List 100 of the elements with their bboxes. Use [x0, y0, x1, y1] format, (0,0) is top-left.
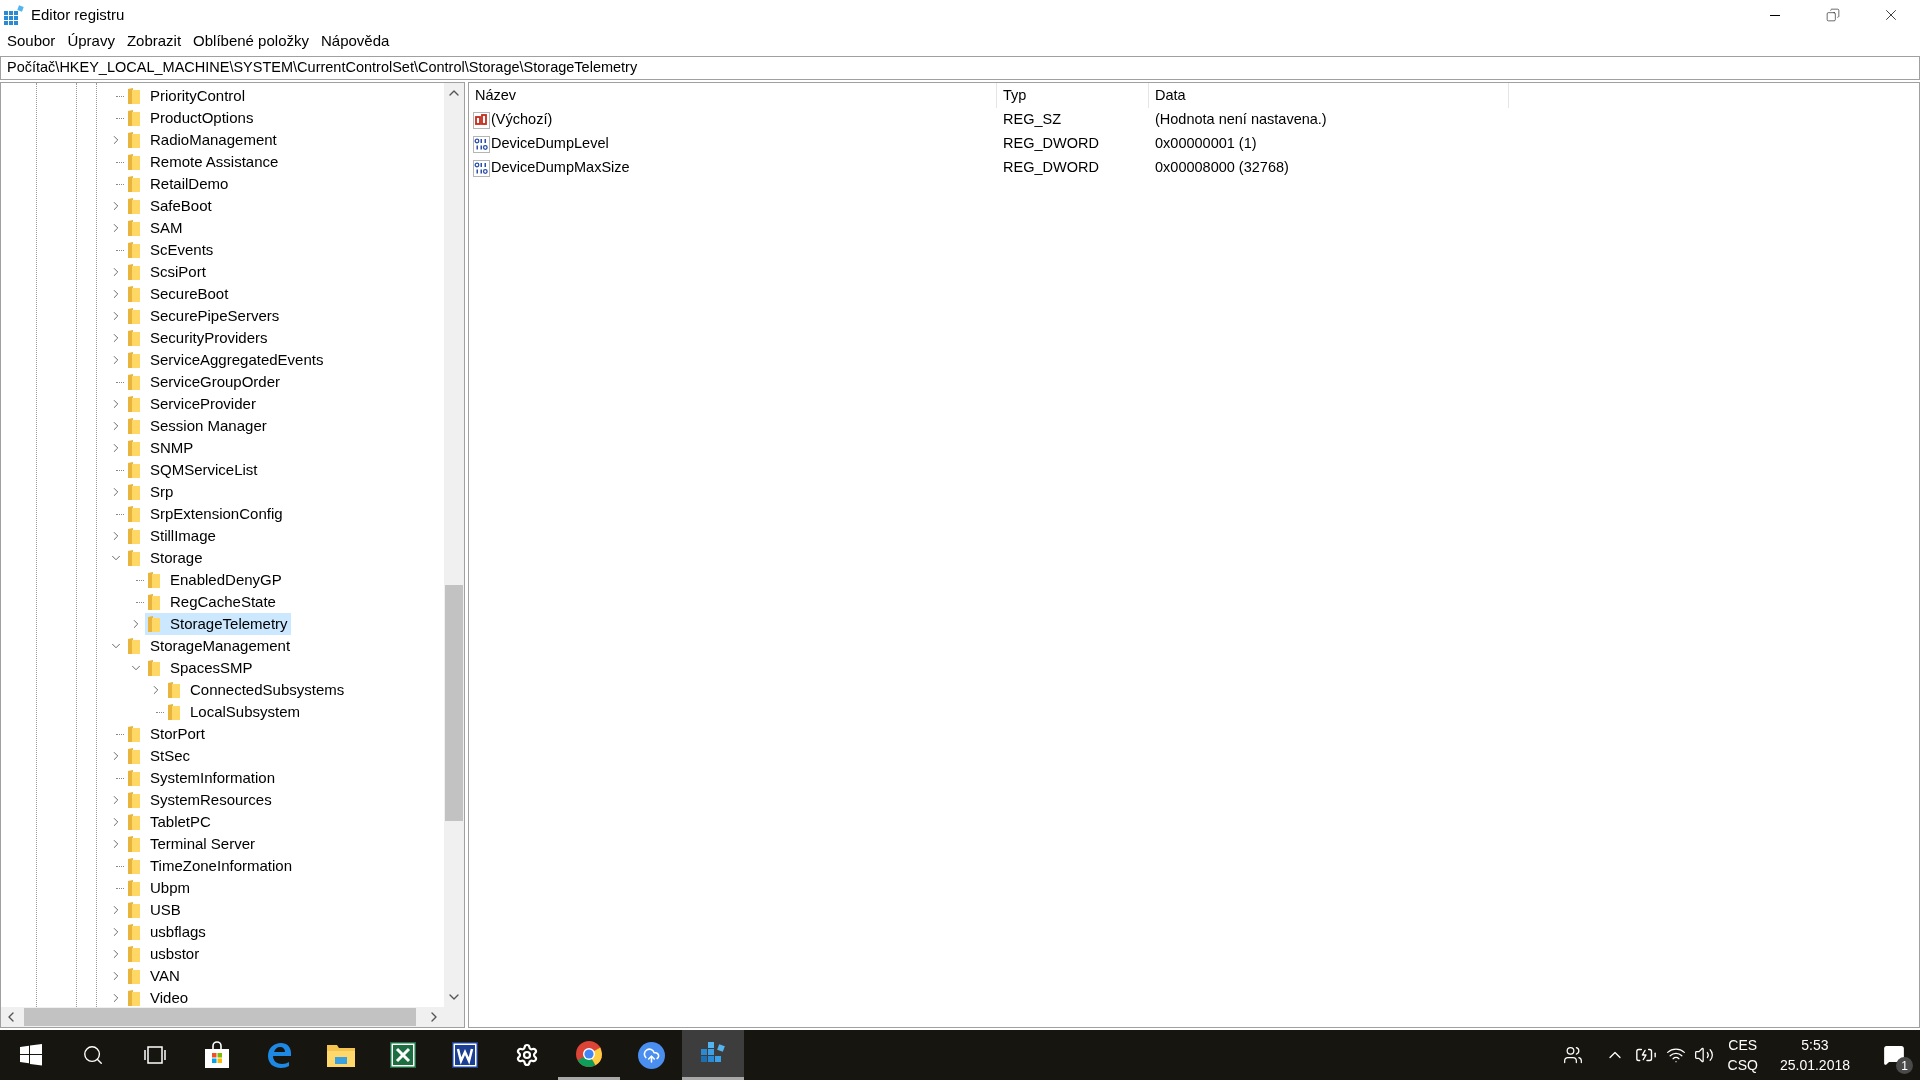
- tree-item[interactable]: PriorityControl: [150, 84, 246, 108]
- tree-item[interactable]: SystemInformation: [150, 766, 276, 790]
- tree-item[interactable]: Terminal Server: [150, 832, 256, 856]
- tree-item[interactable]: ServiceGroupOrder: [150, 370, 281, 394]
- tree-item[interactable]: SafeBoot: [150, 194, 212, 218]
- value-data: (Hodnota není nastavena.): [1154, 110, 1328, 130]
- tree-item[interactable]: SecurePipeServers: [150, 304, 280, 328]
- folder-icon: [127, 219, 141, 237]
- value-name[interactable]: DeviceDumpLevel: [491, 133, 609, 155]
- tree-item[interactable]: Srp: [150, 480, 174, 504]
- tree-item[interactable]: SQMServiceList: [150, 458, 258, 482]
- folder-icon: [147, 593, 161, 611]
- tree-item[interactable]: StorPort: [150, 722, 206, 746]
- tree-item[interactable]: Session Manager: [150, 414, 267, 438]
- folder-icon: [127, 923, 141, 941]
- column-header[interactable]: Typ: [997, 83, 1149, 108]
- binary-value-icon: [473, 135, 490, 153]
- folder-icon: [127, 989, 141, 1007]
- value-data: 0x00000001 (1): [1154, 134, 1258, 154]
- folder-icon: [147, 615, 161, 633]
- menu-item[interactable]: Úpravy: [61, 29, 121, 53]
- value-type: REG_DWORD: [1002, 158, 1100, 178]
- menu-item[interactable]: Nápověda: [315, 29, 396, 53]
- tree-item[interactable]: SrpExtensionConfig: [150, 502, 283, 526]
- tree-item[interactable]: TabletPC: [150, 810, 211, 834]
- folder-icon: [167, 703, 181, 721]
- people-icon[interactable]: [1562, 1045, 1583, 1065]
- folder-icon: [127, 307, 141, 325]
- tree-item[interactable]: usbstor: [150, 942, 200, 966]
- clock[interactable]: 5:53 25.01.2018: [1779, 1035, 1850, 1075]
- folder-icon: [127, 549, 141, 567]
- input-language[interactable]: CES CSQ: [1727, 1035, 1758, 1075]
- tree-item[interactable]: TimeZoneInformation: [150, 854, 292, 878]
- restore-icon: [1826, 8, 1840, 22]
- folder-icon: [127, 285, 141, 303]
- binary-value-icon: [473, 159, 490, 177]
- vertical-scrollbar[interactable]: [444, 83, 464, 1007]
- folder-icon: [127, 87, 141, 105]
- scrollbar-thumb[interactable]: [24, 1008, 416, 1026]
- tree-item[interactable]: SecurityProviders: [150, 326, 268, 350]
- tree-item[interactable]: SecureBoot: [150, 282, 229, 306]
- tree-item[interactable]: RadioManagement: [150, 128, 277, 152]
- menu-item[interactable]: Soubor: [1, 29, 62, 53]
- task-view-icon: [143, 1045, 167, 1065]
- tree-item[interactable]: LocalSubsystem: [190, 700, 301, 724]
- tree-item[interactable]: VAN: [150, 964, 180, 988]
- notifications-button[interactable]: 1: [1872, 1030, 1916, 1080]
- tree-item[interactable]: SNMP: [150, 436, 194, 460]
- tree-item[interactable]: SAM: [150, 216, 183, 240]
- tree-item[interactable]: EnabledDenyGP: [170, 568, 282, 592]
- tree-item[interactable]: StillImage: [150, 524, 216, 548]
- column-header[interactable]: Název: [469, 83, 997, 108]
- tree-item[interactable]: ScsiPort: [150, 260, 206, 284]
- notification-count: 1: [1896, 1057, 1913, 1074]
- tree-item[interactable]: ServiceProvider: [150, 392, 256, 416]
- folder-icon: [127, 373, 141, 391]
- tree-item[interactable]: SystemResources: [150, 788, 272, 812]
- tree-item[interactable]: Storage: [150, 546, 203, 570]
- tree-item[interactable]: SpacesSMP: [170, 656, 253, 680]
- folder-icon: [127, 351, 141, 369]
- tree-item[interactable]: ScEvents: [150, 238, 214, 262]
- tree-item[interactable]: Ubpm: [150, 876, 190, 900]
- folder-icon: [147, 571, 161, 589]
- folder-icon: [127, 813, 141, 831]
- folder-icon: [127, 879, 141, 897]
- folder-icon: [326, 1042, 356, 1068]
- tree-item[interactable]: StSec: [150, 744, 191, 768]
- spreadsheet-app-icon: [390, 1042, 416, 1068]
- tree-item[interactable]: ProductOptions: [150, 106, 254, 130]
- menu-item[interactable]: Zobrazit: [120, 29, 188, 53]
- value-type: REG_DWORD: [1002, 134, 1100, 154]
- tree-item[interactable]: ServiceAggregatedEvents: [150, 348, 324, 372]
- folder-icon: [127, 439, 141, 457]
- folder-icon: [127, 153, 141, 171]
- tree-item[interactable]: USB: [150, 898, 181, 922]
- value-name[interactable]: DeviceDumpMaxSize: [491, 157, 630, 179]
- volume-icon[interactable]: [1693, 1045, 1714, 1065]
- folder-icon: [127, 945, 141, 963]
- address-bar[interactable]: Počítač\HKEY_LOCAL_MACHINE\SYSTEM\CurrentControlSet\Control\Storage\StorageTelemetry: [0, 56, 1920, 80]
- folder-icon: [127, 769, 141, 787]
- window-title: Editor registru: [31, 4, 125, 25]
- folder-icon: [127, 395, 141, 413]
- scrollbar-thumb[interactable]: [445, 585, 463, 821]
- folder-icon: [127, 791, 141, 809]
- tree-item[interactable]: Remote Assistance: [150, 150, 279, 174]
- folder-icon: [127, 241, 141, 259]
- tree-item[interactable]: usbflags: [150, 920, 206, 944]
- menu-item[interactable]: Oblíbené položky: [187, 29, 315, 53]
- folder-icon: [127, 835, 141, 853]
- tree-item[interactable]: Video: [150, 986, 189, 1007]
- tree-item[interactable]: RetailDemo: [150, 172, 229, 196]
- value-type: REG_SZ: [1002, 110, 1062, 130]
- column-header[interactable]: Data: [1149, 83, 1509, 108]
- value-name[interactable]: (Výchozí): [491, 109, 553, 131]
- tree-item[interactable]: ConnectedSubsystems: [190, 678, 345, 702]
- folder-icon: [127, 175, 141, 193]
- tree-item[interactable]: StorageManagement: [150, 634, 291, 658]
- tree-item[interactable]: RegCacheState: [170, 590, 276, 614]
- horizontal-scrollbar[interactable]: [1, 1007, 464, 1027]
- browser-circle-icon: [575, 1039, 603, 1068]
